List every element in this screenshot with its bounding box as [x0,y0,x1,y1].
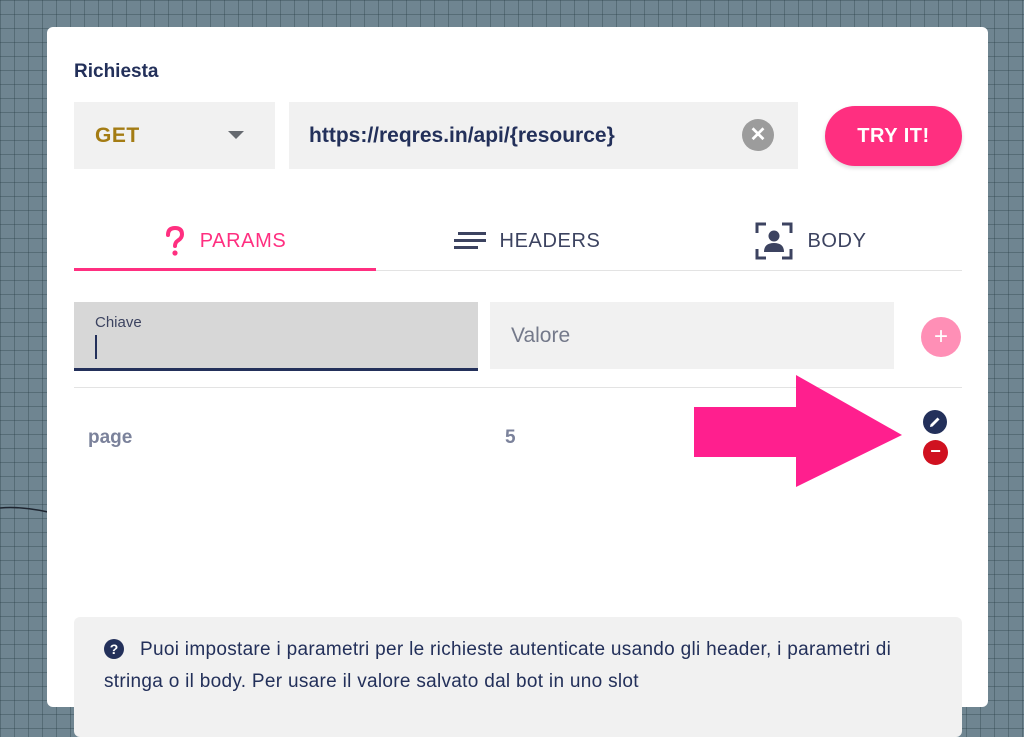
try-it-button[interactable]: TRY IT! [825,106,962,166]
background-connector-line [0,506,48,513]
value-input[interactable]: Valore [490,302,894,369]
lines-icon [453,232,486,250]
method-select[interactable]: GET [74,102,275,169]
tab-body-label: BODY [807,229,867,252]
method-value: GET [95,124,140,147]
text-cursor [95,335,97,359]
key-label: Chiave [95,314,142,331]
tab-body[interactable]: BODY [660,212,962,270]
tab-headers-label: HEADERS [499,229,601,252]
clear-icon[interactable]: ✕ [742,119,774,151]
section-title: Richiesta [74,61,159,82]
request-panel: Richiesta GET https://reqres.in/api/{res… [47,27,988,737]
active-tab-indicator [74,268,376,271]
value-placeholder: Valore [511,324,571,347]
info-text: Puoi impostare i parametri per le richie… [104,639,892,692]
caret-down-icon [228,131,244,139]
info-box: ? Puoi impostare i parametri per le rich… [74,617,962,737]
edit-param-button[interactable] [923,410,947,434]
url-input[interactable]: https://reqres.in/api/{resource} ✕ [289,102,798,169]
key-input[interactable]: Chiave [74,302,478,371]
remove-param-button[interactable]: − [923,440,948,465]
tab-bar: PARAMS HEADERS BODY [74,212,962,271]
param-value: 5 [505,427,516,448]
tab-headers[interactable]: HEADERS [376,212,678,270]
param-key: page [88,427,133,448]
add-param-button[interactable]: + [921,317,961,357]
face-scan-icon [755,222,793,260]
question-icon [164,226,186,256]
url-value: https://reqres.in/api/{resource} [309,124,615,147]
tab-params[interactable]: PARAMS [74,212,376,271]
annotation-arrow [694,375,902,487]
tab-params-label: PARAMS [199,229,287,252]
pencil-icon [930,417,940,427]
